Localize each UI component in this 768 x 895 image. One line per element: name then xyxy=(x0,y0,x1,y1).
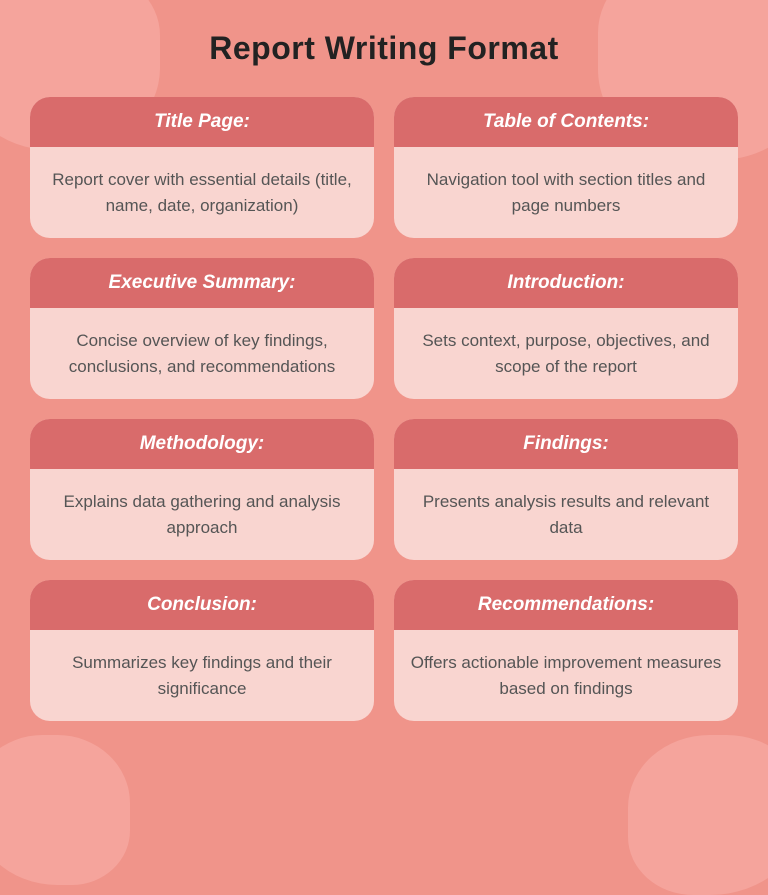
card-body-text-table-of-contents: Navigation tool with section titles and … xyxy=(410,167,722,218)
card-header-introduction: Introduction: xyxy=(394,258,738,308)
card-body-text-methodology: Explains data gathering and analysis app… xyxy=(46,489,358,540)
card-body-text-conclusion: Summarizes key findings and their signif… xyxy=(46,650,358,701)
card-header-methodology: Methodology: xyxy=(30,419,374,469)
card-findings: Findings: Presents analysis results and r… xyxy=(394,419,738,560)
card-body-text-findings: Presents analysis results and relevant d… xyxy=(410,489,722,540)
decorative-blob-bottom-right xyxy=(628,735,768,895)
card-executive-summary: Executive Summary: Concise overview of ke… xyxy=(30,258,374,399)
card-body-conclusion: Summarizes key findings and their signif… xyxy=(30,630,374,721)
card-introduction: Introduction: Sets context, purpose, obje… xyxy=(394,258,738,399)
card-header-text-introduction: Introduction: xyxy=(507,272,624,293)
decorative-blob-bottom-left xyxy=(0,735,130,885)
card-methodology: Methodology: Explains data gathering and … xyxy=(30,419,374,560)
card-header-executive-summary: Executive Summary: xyxy=(30,258,374,308)
card-body-executive-summary: Concise overview of key findings, conclu… xyxy=(30,308,374,399)
card-table-of-contents: Table of Contents: Navigation tool with s… xyxy=(394,97,738,238)
card-recommendations: Recommendations: Offers actionable improv… xyxy=(394,580,738,721)
card-header-text-recommendations: Recommendations: xyxy=(478,594,654,615)
card-header-text-conclusion: Conclusion: xyxy=(147,594,257,615)
card-header-text-methodology: Methodology: xyxy=(140,433,265,454)
card-body-text-introduction: Sets context, purpose, objectives, and s… xyxy=(410,328,722,379)
card-body-title-page: Report cover with essential details (tit… xyxy=(30,147,374,238)
card-body-text-title-page: Report cover with essential details (tit… xyxy=(46,167,358,218)
card-header-text-findings: Findings: xyxy=(523,433,608,454)
card-body-table-of-contents: Navigation tool with section titles and … xyxy=(394,147,738,238)
card-header-recommendations: Recommendations: xyxy=(394,580,738,630)
card-title-page: Title Page: Report cover with essential d… xyxy=(30,97,374,238)
card-header-conclusion: Conclusion: xyxy=(30,580,374,630)
card-header-table-of-contents: Table of Contents: xyxy=(394,97,738,147)
card-body-introduction: Sets context, purpose, objectives, and s… xyxy=(394,308,738,399)
card-header-findings: Findings: xyxy=(394,419,738,469)
card-body-text-executive-summary: Concise overview of key findings, conclu… xyxy=(46,328,358,379)
card-conclusion: Conclusion: Summarizes key findings and t… xyxy=(30,580,374,721)
card-header-text-table-of-contents: Table of Contents: xyxy=(483,111,649,132)
card-header-text-executive-summary: Executive Summary: xyxy=(109,272,296,293)
card-body-findings: Presents analysis results and relevant d… xyxy=(394,469,738,560)
page-title: Report Writing Format xyxy=(30,30,738,67)
card-body-recommendations: Offers actionable improvement measures b… xyxy=(394,630,738,721)
card-body-text-recommendations: Offers actionable improvement measures b… xyxy=(410,650,722,701)
cards-grid: Title Page: Report cover with essential d… xyxy=(30,97,738,721)
card-header-title-page: Title Page: xyxy=(30,97,374,147)
main-content: Report Writing Format Title Page: Report … xyxy=(0,0,768,751)
card-body-methodology: Explains data gathering and analysis app… xyxy=(30,469,374,560)
card-header-text-title-page: Title Page: xyxy=(154,111,250,132)
